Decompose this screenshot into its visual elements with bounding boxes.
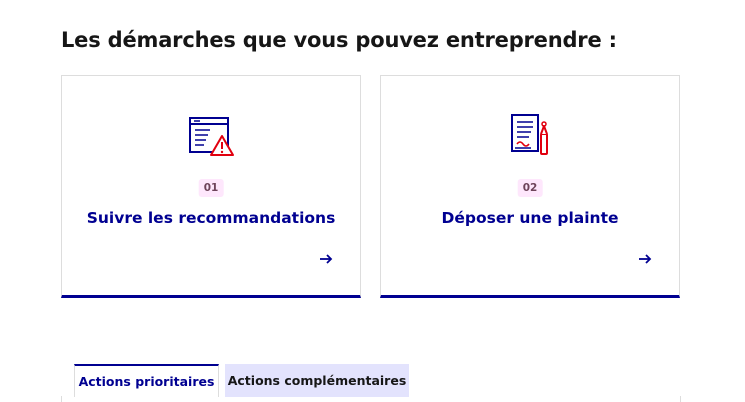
warning-document-pictogram (189, 117, 234, 156)
card-number-badge: 02 (517, 179, 543, 197)
tab-actions-prioritaires[interactable]: Actions prioritaires (74, 364, 219, 397)
card-number-badge: 01 (198, 179, 224, 197)
card-follow-recommendations[interactable]: 01 Suivre les recommandations (61, 75, 361, 298)
arrow-right-icon (639, 254, 652, 264)
section-title: Les démarches que vous pouvez entreprend… (61, 28, 617, 52)
card-title[interactable]: Déposer une plainte (381, 209, 679, 227)
arrow-right-icon (320, 254, 333, 264)
card-title[interactable]: Suivre les recommandations (62, 209, 360, 227)
tab-actions-complementaires[interactable]: Actions complémentaires (225, 364, 409, 397)
card-file-complaint[interactable]: 02 Déposer une plainte (380, 75, 680, 298)
page: Les démarches que vous pouvez entreprend… (0, 0, 745, 402)
complaint-document-pen-pictogram (511, 114, 548, 155)
tabs: Actions prioritaires Actions complémenta… (61, 364, 681, 402)
